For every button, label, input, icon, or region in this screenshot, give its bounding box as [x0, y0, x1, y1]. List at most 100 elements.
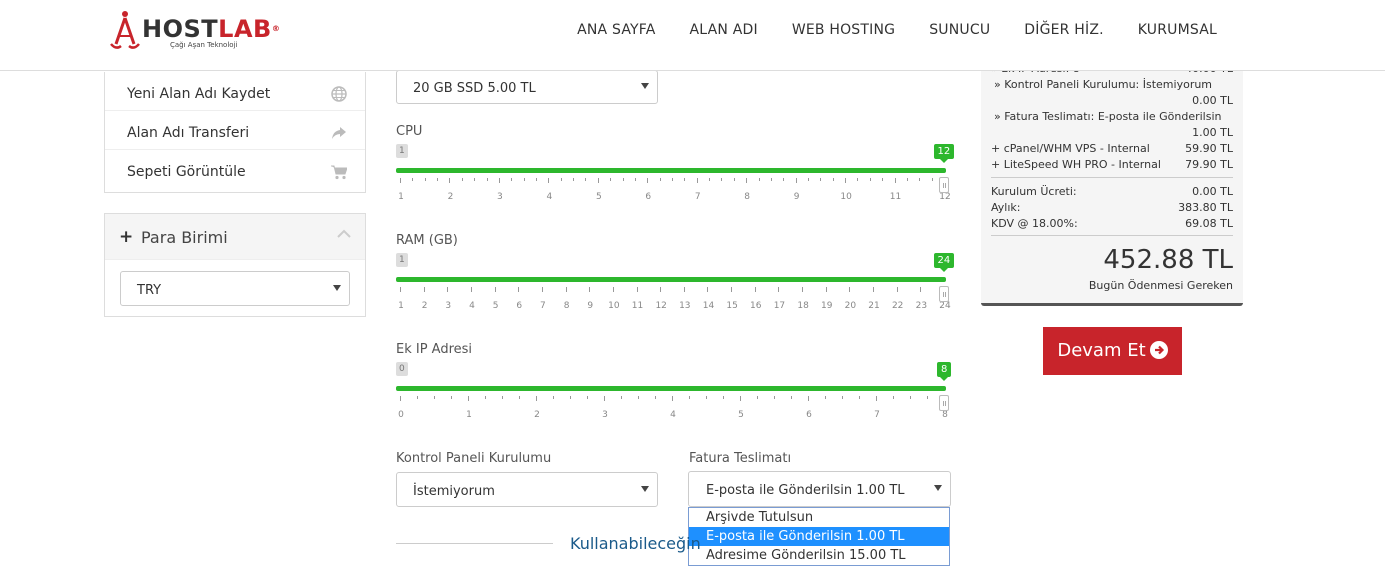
slider-tick-major [696, 178, 698, 183]
slider-handle[interactable] [939, 177, 949, 193]
slider-tick-label: 3 [602, 410, 608, 420]
slider-tick-minor [587, 396, 588, 399]
site-header: HOSTLAB® Çağı Aşan Teknoloji ANA SAYFA A… [0, 0, 1385, 71]
invoice-option-postal[interactable]: Adresime Gönderilsin 15.00 TL [689, 546, 949, 565]
sidebar-item-label: Sepeti Görüntüle [127, 164, 246, 180]
logo-tagline: Çağı Aşan Teknoloji [170, 41, 238, 49]
summary-row-label: Kurulum Ücreti: [991, 185, 1077, 198]
invoice-option-email[interactable]: E-posta ile Gönderilsin 1.00 TL [689, 527, 949, 546]
slider-tick-minor [706, 396, 707, 399]
summary-divider [991, 235, 1233, 236]
ip-slider[interactable]: 0 8 0 1 2 3 4 5 6 7 8 [396, 362, 952, 424]
continue-button-label: Devam Et [1057, 340, 1146, 361]
disk-select[interactable]: 20 GB SSD 5.00 TL [396, 70, 658, 104]
slider-tick-label: 16 [750, 301, 762, 311]
slider-tick-minor [621, 396, 622, 399]
ram-label: RAM (GB) [396, 233, 458, 248]
slider-tick-minor [573, 178, 575, 181]
invoice-select-value: E-posta ile Gönderilsin 1.00 TL [706, 483, 905, 498]
slider-tick-major [548, 178, 550, 183]
slider-tick-label: 10 [840, 192, 852, 202]
slider-tick-major [849, 287, 851, 292]
slider-tick-minor [758, 178, 760, 181]
slider-tick-label: 8 [563, 301, 570, 311]
slider-tick-major [920, 287, 922, 292]
slider-tick-minor [502, 396, 503, 399]
slider-tick-minor [485, 396, 486, 399]
slider-track[interactable] [396, 277, 946, 282]
ram-slider[interactable]: 1 24 1 2 3 4 5 6 7 8 9 10 11 12 13 14 15 16 17 18 19 20 21 22 23… [396, 253, 955, 315]
main-nav: ANA SAYFA ALAN ADI WEB HOSTING SUNUCU Dİ… [560, 21, 1234, 39]
slider-tick-major [873, 287, 875, 292]
slider-tick-label: 2 [534, 410, 540, 420]
slider-tick-minor [486, 178, 488, 181]
sidebar-item-view-cart[interactable]: Sepeti Görüntüle [105, 150, 365, 189]
sidebar-item-register-domain[interactable]: Yeni Alan Adı Kaydet [105, 72, 365, 111]
slider-tick-major [683, 287, 685, 292]
slider-tick-label: 11 [889, 192, 902, 202]
globe-icon [331, 86, 347, 102]
nav-diger-hizmetler[interactable]: DİĞER HİZ. [1007, 21, 1120, 39]
slider-tick-label: 4 [469, 301, 475, 311]
slider-tick-minor [634, 178, 636, 181]
summary-row-value: 383.80 TL [1178, 201, 1233, 214]
slider-tick-major [400, 396, 401, 401]
slider-tick-minor [842, 396, 843, 399]
slider-tick-minor [808, 178, 809, 181]
nav-ana-sayfa[interactable]: ANA SAYFA [560, 21, 672, 39]
slider-tick-minor [931, 178, 933, 181]
nav-web-hosting[interactable]: WEB HOSTING [775, 21, 912, 39]
slider-handle[interactable] [939, 395, 949, 411]
logo-text: HOSTLAB® [142, 15, 281, 43]
slider-tick-label: 9 [587, 301, 594, 311]
slider-tick-major [565, 287, 567, 292]
slider-tick-minor [451, 396, 452, 399]
slider-value-badge: 24 [933, 253, 955, 272]
slider-tick-minor [919, 178, 921, 181]
summary-value-invoice: 1.00 TL [1192, 126, 1233, 139]
summary-total: 452.88 TL [1103, 245, 1233, 275]
slider-tick-major [647, 178, 649, 183]
nav-alan-adi[interactable]: ALAN ADI [673, 21, 775, 39]
slider-track[interactable] [396, 168, 946, 173]
slider-tick-label: 7 [540, 301, 546, 311]
slider-tick-label: 7 [874, 410, 880, 420]
disk-select-value: 20 GB SSD 5.00 TL [413, 81, 536, 96]
sidebar-item-domain-transfer[interactable]: Alan Adı Transferi [105, 111, 365, 150]
slider-tick-minor [857, 178, 859, 181]
summary-row-label: + LiteSpeed WH PRO - Internal [991, 158, 1161, 171]
summary-total-label: Bugün Ödenmesi Gereken [1088, 279, 1233, 292]
nav-sunucu[interactable]: SUNUCU [912, 21, 1007, 39]
summary-divider [991, 177, 1233, 178]
cpu-slider[interactable]: 1 12 1 2 3 4 5 6 7 8 9 10 11 12 [396, 144, 955, 206]
slider-tick-minor [638, 396, 639, 399]
slider-track[interactable] [396, 386, 946, 391]
caret-down-icon [333, 284, 341, 291]
slider-tick-major [808, 396, 809, 401]
hostlab-logo[interactable]: HOSTLAB® Çağı Aşan Teknoloji [108, 10, 281, 52]
slider-min-badge: 1 [396, 144, 408, 158]
nav-kurumsal[interactable]: KURUMSAL [1121, 21, 1234, 39]
summary-row-addon-cpanel: + cPanel/WHM VPS - Internal 59.90 TL [991, 142, 1233, 155]
slider-tick-label: 1 [398, 192, 404, 202]
slider-tick-major [449, 178, 451, 183]
slider-tick-major [604, 396, 605, 401]
currency-panel-header[interactable]: + Para Birimi [105, 214, 365, 260]
control-panel-select[interactable]: İstemiyorum [396, 472, 658, 507]
currency-select[interactable]: TRY [120, 271, 350, 306]
slider-tick-minor [655, 396, 656, 399]
continue-button[interactable]: Devam Et [1043, 327, 1182, 375]
chevron-up-icon[interactable] [337, 228, 351, 238]
slider-tick-minor [412, 178, 414, 181]
slider-tick-label: 1 [466, 410, 472, 420]
slider-tick-label: 6 [806, 410, 812, 420]
slider-tick-major [468, 396, 469, 401]
slider-tick-minor [906, 178, 908, 181]
invoice-select[interactable]: E-posta ile Gönderilsin 1.00 TL [688, 471, 951, 507]
slider-tick-major [447, 287, 449, 292]
invoice-option-archive[interactable]: Arşivde Tutulsun [689, 508, 949, 527]
slider-tick-minor [927, 396, 928, 399]
summary-row-monthly: Aylık: 383.80 TL [991, 201, 1233, 214]
slider-handle[interactable] [939, 286, 949, 302]
slider-tick-major [536, 396, 537, 401]
